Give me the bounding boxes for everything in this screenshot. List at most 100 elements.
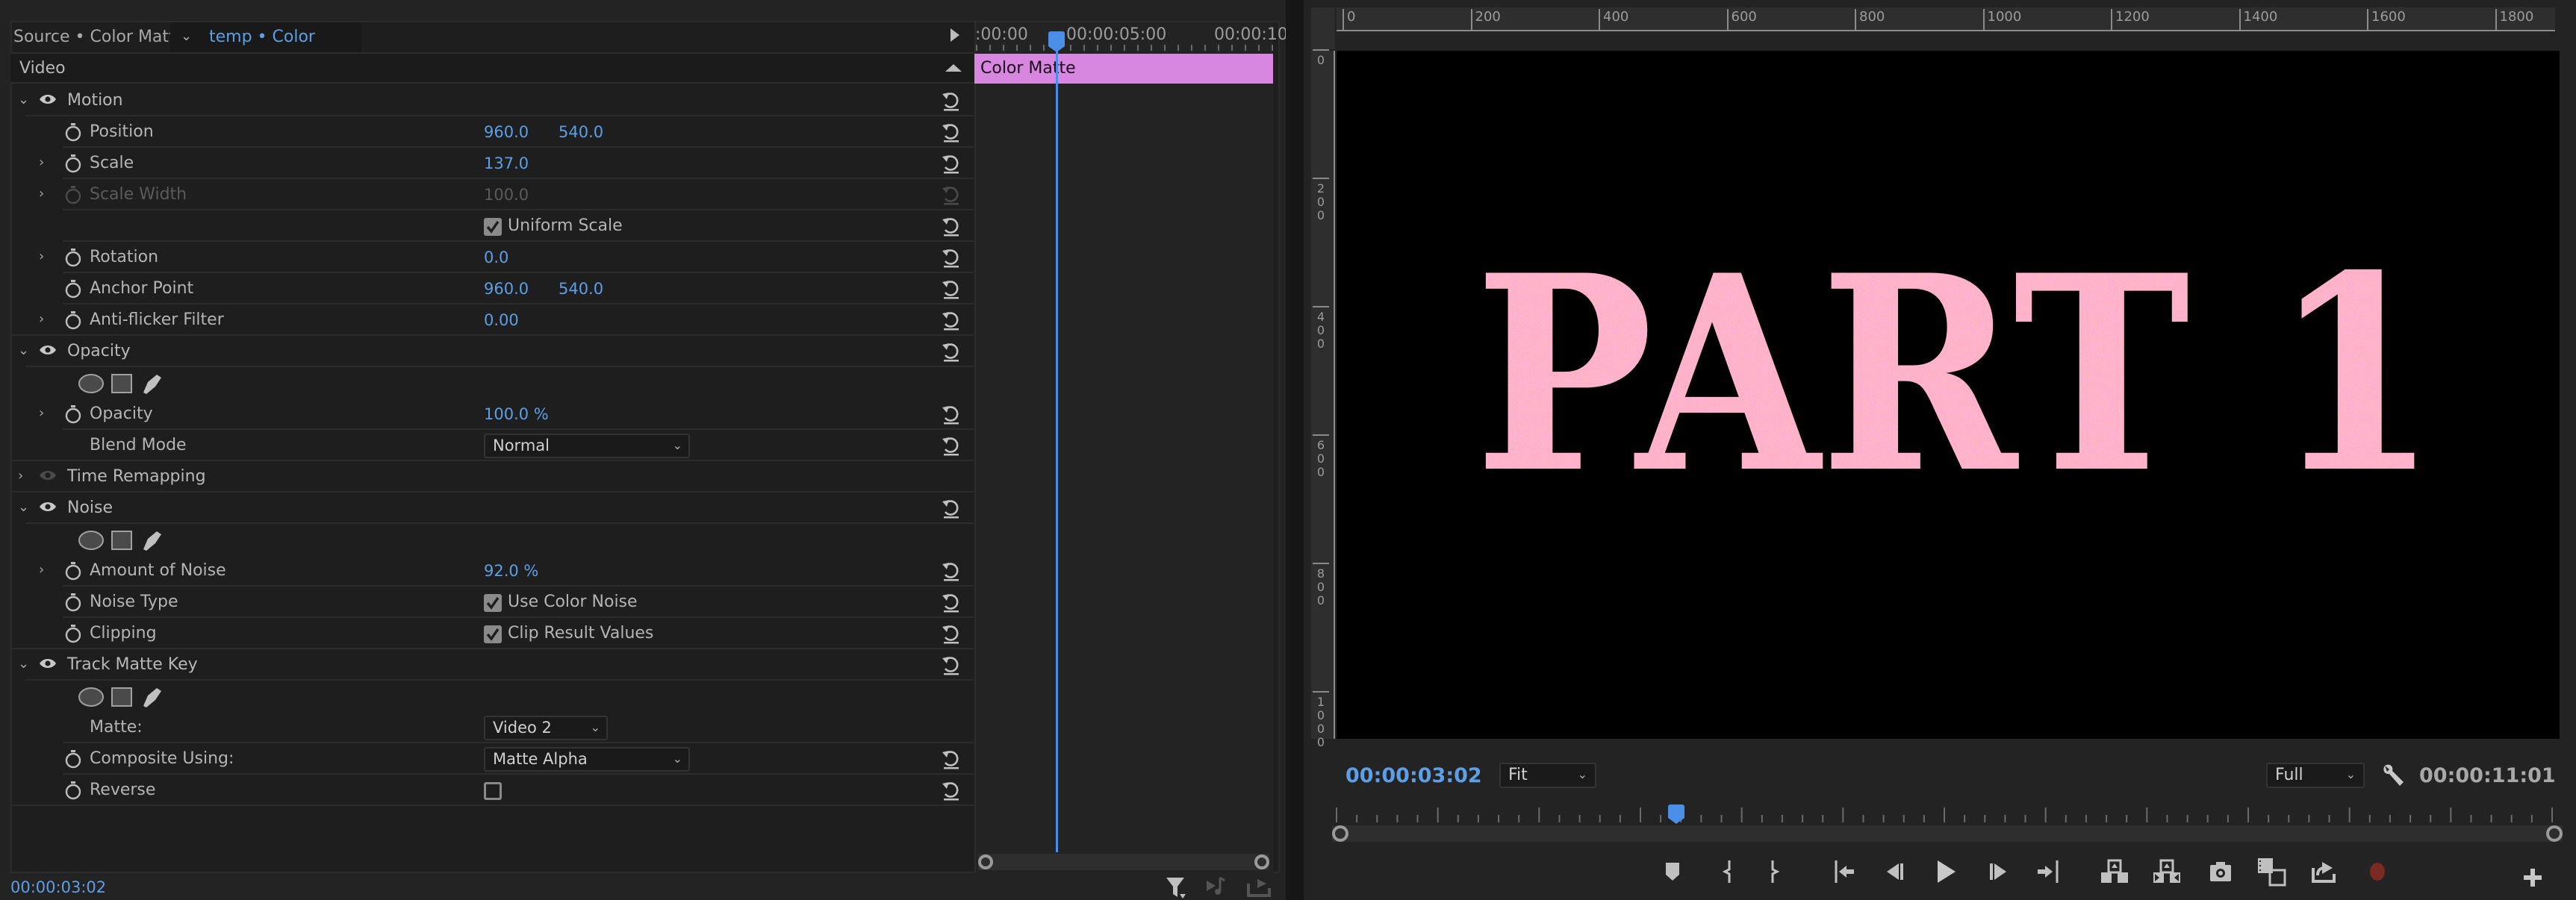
property-value[interactable]: 0.00 — [484, 304, 519, 336]
stopwatch-icon[interactable] — [64, 248, 82, 267]
property-value[interactable]: 540.0 — [559, 116, 603, 148]
play-button[interactable] — [1931, 857, 1961, 887]
reset-icon[interactable] — [939, 434, 962, 457]
settings-wrench-icon[interactable] — [2380, 761, 2406, 788]
property-value[interactable]: 960.0 — [484, 273, 529, 304]
extract-button[interactable] — [2152, 857, 2182, 887]
chevron-down-icon[interactable]: ⌄ — [181, 22, 192, 51]
property-value[interactable]: 92.0 % — [484, 555, 538, 587]
chevron-down-icon[interactable]: ⌄ — [18, 649, 29, 679]
checkbox[interactable] — [484, 218, 502, 236]
rectangle-mask-icon[interactable] — [111, 374, 132, 393]
reset-icon[interactable] — [939, 591, 962, 613]
stopwatch-icon[interactable] — [64, 279, 82, 299]
reset-icon[interactable] — [939, 403, 962, 425]
checkbox[interactable] — [484, 782, 502, 800]
stopwatch-icon[interactable] — [64, 561, 82, 581]
stopwatch-icon[interactable] — [64, 781, 82, 800]
scroll-end-handle[interactable] — [1254, 854, 1269, 869]
filter-icon[interactable] — [1166, 878, 1186, 899]
effect-group-time-remapping[interactable]: › Time Remapping — [10, 461, 974, 493]
show-timeline-toggle-icon[interactable] — [951, 28, 959, 42]
stopwatch-icon[interactable] — [64, 310, 82, 330]
checkbox[interactable] — [484, 625, 502, 643]
lift-button[interactable] — [2100, 857, 2129, 887]
eye-icon[interactable] — [39, 501, 57, 513]
reset-icon[interactable] — [939, 246, 962, 269]
playhead-timecode[interactable]: 00:00:03:02 — [1345, 763, 1482, 790]
chevron-right-icon[interactable]: › — [39, 555, 44, 585]
scrub-end-handle[interactable] — [2546, 825, 2563, 842]
go-to-out-button[interactable] — [2034, 857, 2064, 887]
stopwatch-icon[interactable] — [64, 624, 82, 643]
effect-group-track-matte-key[interactable]: ⌄ Track Matte Key — [10, 649, 974, 681]
zoom-level-select[interactable]: Fit ⌄ — [1499, 763, 1596, 788]
reset-icon[interactable] — [939, 497, 962, 519]
reset-icon[interactable] — [939, 340, 962, 363]
go-to-in-button[interactable] — [1829, 857, 1859, 887]
reset-icon[interactable] — [939, 748, 962, 770]
reset-icon[interactable] — [939, 215, 962, 237]
chevron-right-icon[interactable]: › — [39, 179, 44, 209]
ellipse-mask-icon[interactable] — [78, 687, 104, 707]
property-dropdown[interactable]: Video 2 ⌄ — [484, 716, 608, 740]
step-forward-button[interactable] — [1983, 857, 2013, 887]
button-editor-button[interactable] — [2518, 863, 2548, 893]
program-monitor-video[interactable]: PART 1 — [1337, 51, 2560, 739]
reset-icon[interactable] — [939, 779, 962, 801]
property-dropdown[interactable]: Matte Alpha ⌄ — [484, 747, 690, 772]
chevron-right-icon[interactable]: › — [39, 242, 44, 272]
mark-out-button[interactable] — [1759, 857, 1789, 887]
chevron-right-icon[interactable]: › — [39, 399, 44, 428]
reset-icon[interactable] — [939, 90, 962, 112]
add-marker-button[interactable] — [1658, 857, 1687, 887]
checkbox[interactable] — [484, 594, 502, 612]
step-back-button[interactable] — [1880, 857, 1910, 887]
scroll-start-handle[interactable] — [978, 854, 993, 869]
eye-icon[interactable] — [39, 344, 57, 356]
comparison-view-button[interactable] — [2256, 857, 2286, 887]
rectangle-mask-icon[interactable] — [111, 531, 132, 550]
ellipse-mask-icon[interactable] — [78, 531, 104, 550]
collapse-arrow-icon[interactable] — [945, 64, 962, 72]
effect-group-motion[interactable]: ⌄ Motion — [10, 85, 974, 116]
vertical-ruler[interactable]: 0 200 400 600 800 1000 — [1311, 49, 1335, 749]
tab-sequence-clip[interactable]: ⌄ temp • Color Matte — [170, 22, 361, 76]
rectangle-mask-icon[interactable] — [111, 687, 132, 707]
effect-group-noise[interactable]: ⌄ Noise — [10, 493, 974, 524]
loop-audio-icon[interactable] — [1207, 876, 1225, 895]
video-section-header[interactable]: Video — [10, 54, 974, 84]
pen-mask-icon[interactable] — [143, 531, 161, 551]
tab-source-clip[interactable]: Source • Color Matte — [13, 22, 185, 52]
export-frame-button[interactable] — [2206, 857, 2236, 887]
reset-icon[interactable] — [939, 278, 962, 300]
stopwatch-icon[interactable] — [64, 185, 82, 204]
effect-timeline[interactable] — [974, 22, 1273, 873]
clip-color-matte[interactable]: Color Matte — [974, 54, 1273, 84]
playhead-handle[interactable] — [1048, 31, 1065, 46]
property-value[interactable]: 540.0 — [559, 273, 603, 304]
eye-icon[interactable] — [39, 469, 57, 481]
property-value[interactable]: 137.0 — [484, 148, 529, 179]
record-button[interactable] — [2362, 857, 2392, 887]
monitor-playhead[interactable] — [1667, 804, 1684, 818]
property-value[interactable]: 100.0 % — [484, 399, 549, 430]
chevron-down-icon[interactable]: ⌄ — [18, 85, 29, 115]
reset-icon[interactable] — [939, 121, 962, 143]
eye-icon[interactable] — [39, 93, 57, 105]
effect-controls-timecode[interactable]: 00:00:03:02 — [10, 875, 106, 900]
ellipse-mask-icon[interactable] — [78, 374, 104, 393]
property-value[interactable]: 100.0 — [484, 179, 529, 210]
property-value[interactable]: 960.0 — [484, 116, 529, 148]
effect-timeline-ruler[interactable]: :00:00 00:00:05:00 00:00:10: — [975, 22, 1293, 52]
export-icon[interactable] — [1247, 879, 1271, 897]
eye-icon[interactable] — [39, 657, 57, 669]
reset-icon[interactable] — [939, 560, 962, 582]
stopwatch-icon[interactable] — [64, 122, 82, 142]
reset-icon[interactable] — [939, 654, 962, 676]
effect-group-opacity[interactable]: ⌄ Opacity — [10, 336, 974, 367]
playhead-line[interactable] — [1056, 46, 1058, 852]
export-button[interactable] — [2309, 857, 2339, 887]
pen-mask-icon[interactable] — [143, 375, 161, 394]
reset-icon[interactable] — [939, 184, 962, 206]
